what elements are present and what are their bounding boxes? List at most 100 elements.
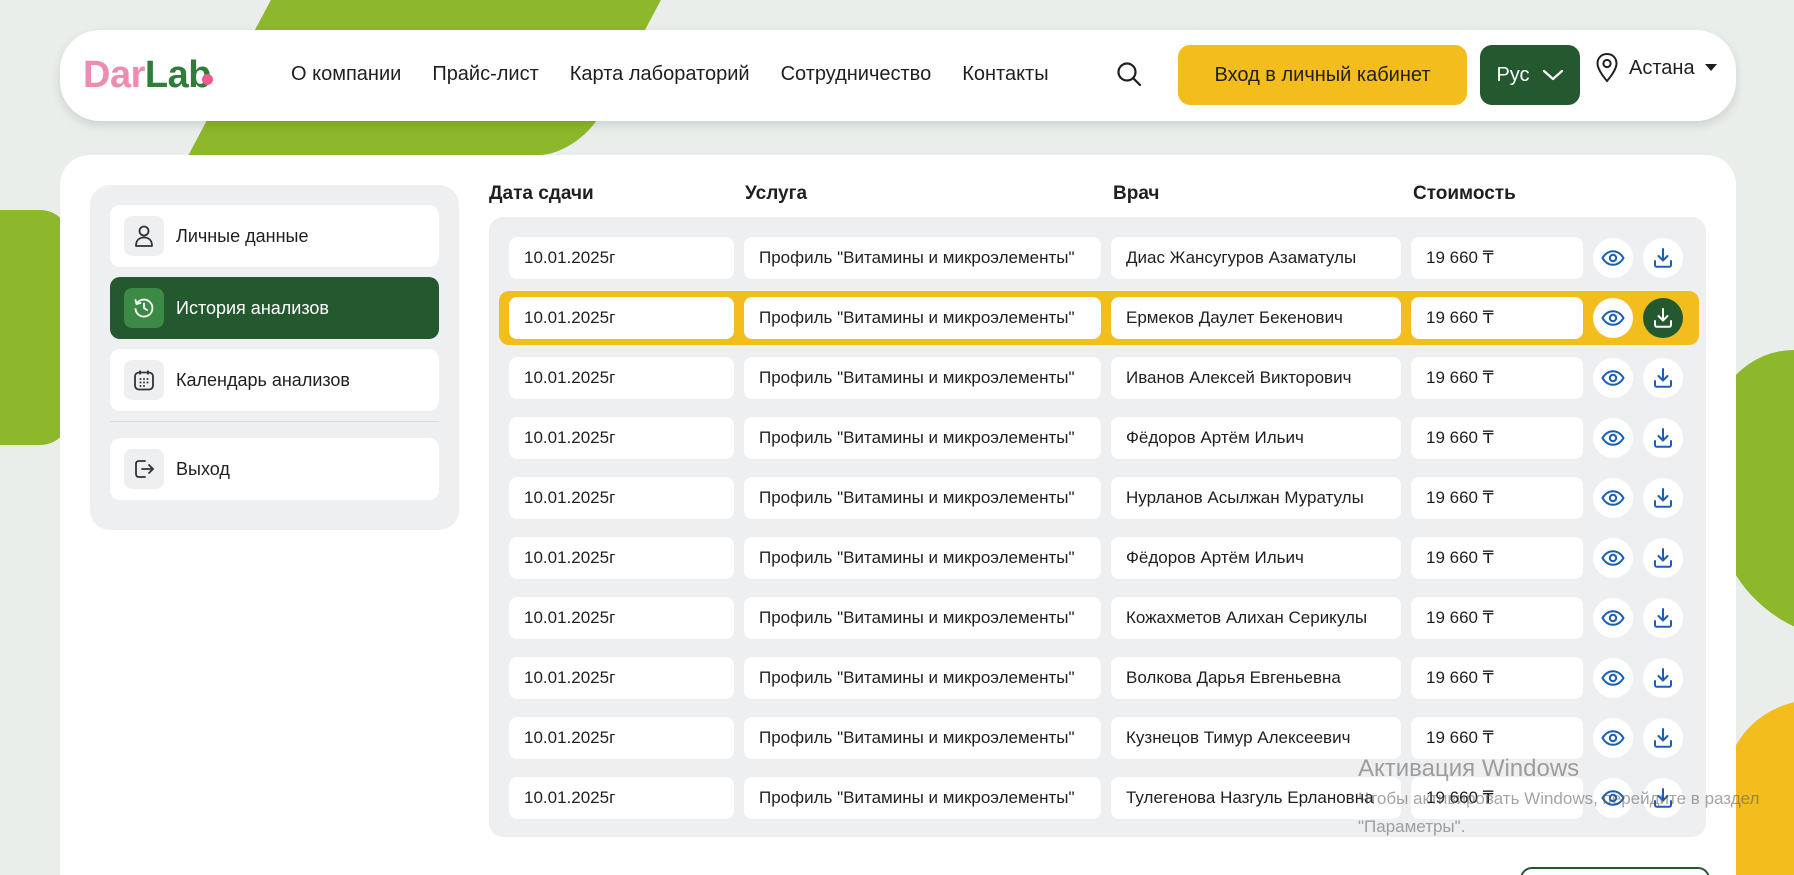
sidebar-item-analysis-history[interactable]: История анализов bbox=[110, 277, 439, 339]
nav-price-list[interactable]: Прайс-лист bbox=[432, 63, 538, 86]
cell-service: Профиль "Витамины и микроэлементы" bbox=[744, 477, 1101, 519]
sidebar-item-label: Выход bbox=[176, 458, 230, 479]
view-icon[interactable] bbox=[1593, 658, 1633, 698]
watermark-title: Активация Windows bbox=[1358, 755, 1580, 782]
nav-contacts[interactable]: Контакты bbox=[962, 63, 1048, 86]
cell-price: 19 660 ₸ bbox=[1411, 417, 1583, 459]
city-select[interactable]: Астана bbox=[1595, 52, 1717, 84]
cell-service: Профиль "Витамины и микроэлементы" bbox=[744, 657, 1101, 699]
main-nav: О компании Прайс-лист Карта лабораторий … bbox=[291, 63, 1080, 86]
column-header-date[interactable]: Дата сдачи bbox=[489, 183, 594, 205]
cell-doctor: Иванов Алексей Викторович bbox=[1111, 357, 1401, 399]
view-icon[interactable] bbox=[1593, 238, 1633, 278]
download-icon[interactable] bbox=[1643, 238, 1683, 278]
cell-price: 19 660 ₸ bbox=[1411, 477, 1583, 519]
download-icon[interactable] bbox=[1643, 538, 1683, 578]
cell-service: Профиль "Витамины и микроэлементы" bbox=[744, 777, 1101, 819]
cell-date: 10.01.2025г bbox=[509, 357, 734, 399]
view-icon[interactable] bbox=[1593, 598, 1633, 638]
table-row[interactable]: 10.01.2025г Профиль "Витамины и микроэле… bbox=[509, 657, 1689, 699]
logo-lab: Lab bbox=[144, 54, 212, 96]
caret-down-icon bbox=[1704, 64, 1717, 71]
cell-doctor: Ермеков Даулет Бекенович bbox=[1111, 297, 1401, 339]
cell-service: Профиль "Витамины и микроэлементы" bbox=[744, 417, 1101, 459]
table-row[interactable]: 10.01.2025г Профиль "Витамины и микроэле… bbox=[509, 717, 1689, 759]
sidebar-divider bbox=[110, 421, 439, 422]
cell-doctor: Фёдоров Артём Ильич bbox=[1111, 537, 1401, 579]
location-pin-icon bbox=[1596, 52, 1618, 83]
download-icon[interactable] bbox=[1643, 478, 1683, 518]
language-select[interactable]: Рус bbox=[1480, 45, 1580, 105]
cell-doctor: Кузнецов Тимур Алексеевич bbox=[1111, 717, 1401, 759]
cell-date: 10.01.2025г bbox=[509, 657, 734, 699]
view-icon[interactable] bbox=[1593, 478, 1633, 518]
cell-doctor: Кожахметов Алихан Серикулы bbox=[1111, 597, 1401, 639]
nav-cooperation[interactable]: Сотрудничество bbox=[781, 63, 932, 86]
download-icon[interactable] bbox=[1643, 658, 1683, 698]
view-icon[interactable] bbox=[1593, 298, 1633, 338]
view-icon[interactable] bbox=[1593, 718, 1633, 758]
download-icon[interactable] bbox=[1643, 298, 1683, 338]
cell-price: 19 660 ₸ bbox=[1411, 717, 1583, 759]
partial-button[interactable] bbox=[1520, 867, 1710, 875]
nav-lab-map[interactable]: Карта лабораторий bbox=[570, 63, 750, 86]
view-icon[interactable] bbox=[1593, 538, 1633, 578]
cell-service: Профиль "Витамины и микроэлементы" bbox=[744, 717, 1101, 759]
cell-price: 19 660 ₸ bbox=[1411, 297, 1583, 339]
cell-date: 10.01.2025г bbox=[509, 777, 734, 819]
sidebar-item-personal-data[interactable]: Личные данные bbox=[110, 205, 439, 267]
cell-doctor: Нурланов Асылжан Муратулы bbox=[1111, 477, 1401, 519]
sidebar-item-logout[interactable]: Выход bbox=[110, 438, 439, 500]
history-icon bbox=[124, 288, 164, 328]
table-row[interactable]: 10.01.2025г Профиль "Витамины и микроэле… bbox=[509, 537, 1689, 579]
cell-doctor: Фёдоров Артём Ильич bbox=[1111, 417, 1401, 459]
download-icon[interactable] bbox=[1643, 418, 1683, 458]
view-icon[interactable] bbox=[1593, 418, 1633, 458]
cell-doctor: Волкова Дарья Евгеньевна bbox=[1111, 657, 1401, 699]
analysis-history-table: 10.01.2025г Профиль "Витамины и микроэле… bbox=[489, 217, 1706, 837]
table-row[interactable]: 10.01.2025г Профиль "Витамины и микроэле… bbox=[509, 477, 1689, 519]
language-label: Рус bbox=[1496, 63, 1530, 86]
logout-icon bbox=[124, 449, 164, 489]
cell-price: 19 660 ₸ bbox=[1411, 237, 1583, 279]
watermark-line-2: "Параметры". bbox=[1358, 817, 1466, 836]
logo-dot bbox=[201, 74, 213, 85]
nav-about[interactable]: О компании bbox=[291, 63, 401, 86]
logo[interactable]: DarLab bbox=[83, 54, 213, 97]
table-row[interactable]: 10.01.2025г Профиль "Витамины и микроэле… bbox=[509, 417, 1689, 459]
cell-date: 10.01.2025г bbox=[509, 597, 734, 639]
cell-date: 10.01.2025г bbox=[509, 717, 734, 759]
view-icon[interactable] bbox=[1593, 358, 1633, 398]
download-icon[interactable] bbox=[1643, 598, 1683, 638]
site-header: DarLab О компании Прайс-лист Карта лабор… bbox=[60, 30, 1736, 121]
cell-price: 19 660 ₸ bbox=[1411, 537, 1583, 579]
table-row[interactable]: 10.01.2025г Профиль "Витамины и микроэле… bbox=[509, 597, 1689, 639]
sidebar-item-label: Календарь анализов bbox=[176, 369, 350, 390]
cell-service: Профиль "Витамины и микроэлементы" bbox=[744, 237, 1101, 279]
cell-date: 10.01.2025г bbox=[509, 237, 734, 279]
cell-service: Профиль "Витамины и микроэлементы" bbox=[744, 357, 1101, 399]
city-label: Астана bbox=[1629, 56, 1695, 79]
column-header-service[interactable]: Услуга bbox=[745, 183, 807, 205]
table-row[interactable]: 10.01.2025г Профиль "Витамины и микроэле… bbox=[509, 357, 1689, 399]
download-icon[interactable] bbox=[1643, 358, 1683, 398]
column-header-price[interactable]: Стоимость bbox=[1413, 183, 1516, 205]
user-icon bbox=[124, 216, 164, 256]
cell-price: 19 660 ₸ bbox=[1411, 657, 1583, 699]
sidebar-item-label: Личные данные bbox=[176, 225, 309, 246]
calendar-icon bbox=[124, 360, 164, 400]
search-icon[interactable] bbox=[1115, 60, 1143, 88]
column-header-doctor[interactable]: Врач bbox=[1113, 183, 1159, 205]
cell-service: Профиль "Витамины и микроэлементы" bbox=[744, 537, 1101, 579]
cell-service: Профиль "Витамины и микроэлементы" bbox=[744, 597, 1101, 639]
cell-date: 10.01.2025г bbox=[509, 297, 734, 339]
cell-service: Профиль "Витамины и микроэлементы" bbox=[744, 297, 1101, 339]
cell-date: 10.01.2025г bbox=[509, 477, 734, 519]
download-icon[interactable] bbox=[1643, 718, 1683, 758]
table-row[interactable]: 10.01.2025г Профиль "Витамины и микроэле… bbox=[509, 237, 1689, 279]
table-row-highlighted[interactable]: 10.01.2025г Профиль "Витамины и микроэле… bbox=[499, 291, 1699, 345]
cell-date: 10.01.2025г bbox=[509, 537, 734, 579]
login-button[interactable]: Вход в личный кабинет bbox=[1178, 45, 1467, 105]
sidebar-item-analysis-calendar[interactable]: Календарь анализов bbox=[110, 349, 439, 411]
chevron-down-icon bbox=[1542, 69, 1563, 81]
